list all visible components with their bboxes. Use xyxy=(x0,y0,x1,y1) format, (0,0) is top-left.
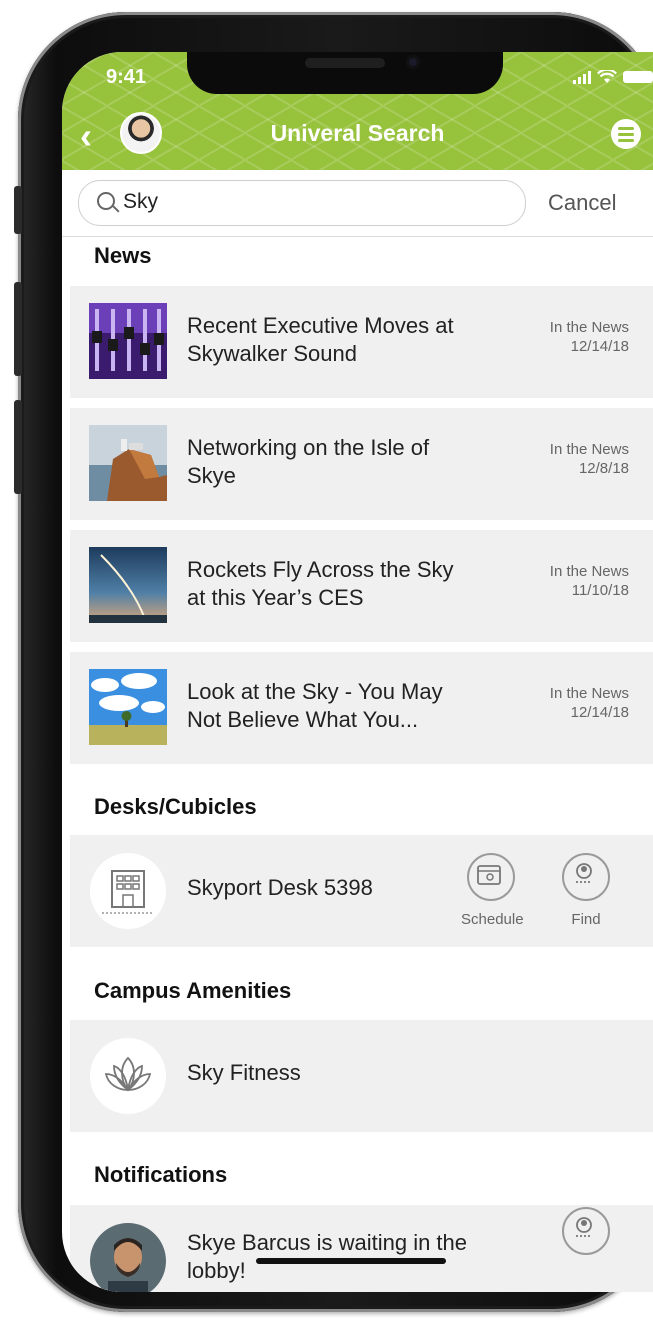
news-item[interactable]: Recent Executive Moves at Skywalker Soun… xyxy=(70,286,653,398)
find-button[interactable]: Find xyxy=(556,853,616,928)
lotus-icon xyxy=(104,1056,152,1092)
home-indicator[interactable] xyxy=(256,1258,446,1264)
amenity-avatar xyxy=(90,1038,166,1114)
news-date: 11/10/18 xyxy=(571,582,629,599)
news-thumbnail-sky xyxy=(89,669,167,745)
amenity-label: Sky Fitness xyxy=(187,1060,301,1085)
section-title-desks: Desks/Cubicles xyxy=(94,794,257,819)
cancel-button[interactable]: Cancel xyxy=(548,190,616,216)
news-source: In the News xyxy=(549,563,629,580)
news-title: Look at the Sky - You May Not Believe Wh… xyxy=(187,679,443,732)
volume-down-button xyxy=(14,400,22,494)
notification-item[interactable]: Skye Barcus is waiting in the lobby! xyxy=(70,1205,653,1292)
news-title: Rockets Fly Across the Sky at this Year’… xyxy=(187,557,454,610)
news-date: 12/14/18 xyxy=(570,338,629,355)
news-meta: In the News 12/8/18 xyxy=(550,440,629,478)
search-field[interactable] xyxy=(78,180,526,226)
desk-item[interactable]: Skyport Desk 5398 Schedule Find xyxy=(70,835,653,947)
news-item[interactable]: Rockets Fly Across the Sky at this Year’… xyxy=(70,530,653,642)
news-thumbnail-cliff xyxy=(89,425,167,501)
news-date: 12/8/18 xyxy=(578,460,629,477)
status-icons xyxy=(573,70,653,84)
status-time: 9:41 xyxy=(106,66,147,88)
device-notch xyxy=(187,52,503,94)
news-title: Networking on the Isle of Skye xyxy=(187,435,430,488)
notification-label: Skye Barcus is waiting in the lobby! xyxy=(187,1230,468,1283)
page-title: Univeral Search xyxy=(270,120,445,146)
find-label: Find xyxy=(571,911,601,928)
amenity-item[interactable]: Sky Fitness xyxy=(70,1020,653,1132)
find-person-icon xyxy=(562,1207,610,1255)
news-thumbnail-mixer xyxy=(89,303,167,379)
wifi-icon xyxy=(597,70,617,83)
news-source: In the News xyxy=(549,319,629,336)
schedule-button[interactable]: Schedule xyxy=(461,853,524,928)
front-camera xyxy=(406,55,420,69)
news-meta: In the News 12/14/18 xyxy=(550,684,629,722)
search-icon xyxy=(97,192,115,210)
news-meta: In the News 11/10/18 xyxy=(550,562,629,600)
schedule-label: Schedule xyxy=(461,911,524,928)
news-item[interactable]: Networking on the Isle of Skye In the Ne… xyxy=(70,408,653,520)
desk-label: Skyport Desk 5398 xyxy=(187,875,373,900)
find-button[interactable] xyxy=(556,1207,616,1255)
news-date: 12/14/18 xyxy=(570,704,629,721)
battery-icon xyxy=(623,71,653,83)
news-item[interactable]: Look at the Sky - You May Not Believe Wh… xyxy=(70,652,653,764)
screen: 9:41 ‹ Univeral Search Cancel News xyxy=(62,52,653,1292)
search-input[interactable] xyxy=(123,189,503,215)
section-title-amenities: Campus Amenities xyxy=(94,978,292,1003)
signal-icon xyxy=(573,70,591,84)
news-source: In the News xyxy=(549,441,629,458)
desk-avatar xyxy=(90,853,166,929)
news-source: In the News xyxy=(549,685,629,702)
search-bar: Cancel xyxy=(62,170,653,237)
notification-avatar xyxy=(90,1223,166,1292)
news-meta: In the News 12/14/18 xyxy=(550,318,629,356)
mute-switch xyxy=(14,186,22,234)
find-person-icon xyxy=(562,853,610,901)
speaker-grille xyxy=(305,58,385,68)
news-thumbnail-rocket xyxy=(89,547,167,623)
menu-icon[interactable] xyxy=(611,119,641,149)
section-title-news: News xyxy=(94,243,152,268)
section-title-notifications: Notifications xyxy=(94,1162,228,1187)
news-title: Recent Executive Moves at Skywalker Soun… xyxy=(187,313,454,366)
building-icon xyxy=(102,870,154,914)
calendar-icon xyxy=(467,853,515,901)
volume-up-button xyxy=(14,282,22,376)
